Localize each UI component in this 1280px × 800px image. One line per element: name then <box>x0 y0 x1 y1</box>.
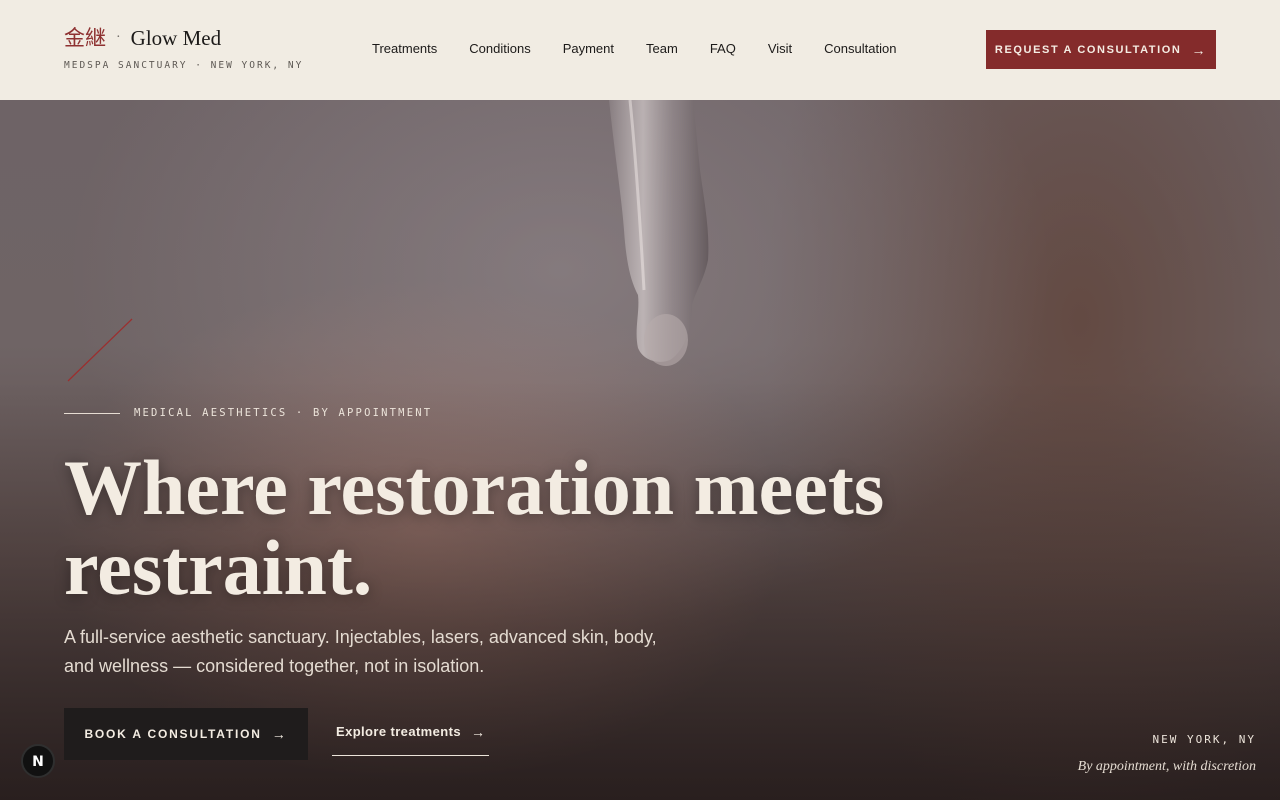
hero-headline: Where restoration meets restraint. <box>64 444 885 611</box>
book-consultation-button[interactable]: BOOK A CONSULTATION → <box>64 708 308 760</box>
nav-item-consultation[interactable]: Consultation <box>824 40 896 58</box>
hero-eyebrow: MEDICAL AESTHETICS · BY APPOINTMENT <box>64 407 432 419</box>
brand-tagline: MEDSPA SANCTUARY · NEW YORK, NY <box>64 60 304 71</box>
eyebrow-rule <box>64 412 120 414</box>
brand-separator: · <box>116 30 121 45</box>
nav-item-visit[interactable]: Visit <box>768 40 792 58</box>
hero-section: MEDICAL AESTHETICS · BY APPOINTMENT Wher… <box>0 100 1280 800</box>
request-consultation-button[interactable]: REQUEST A CONSULTATION → <box>986 30 1216 69</box>
main-nav: Treatments Conditions Payment Team FAQ V… <box>356 40 912 58</box>
brand-kanji: 金継 <box>64 26 106 50</box>
arrow-right-icon: → <box>470 723 486 740</box>
explore-treatments-label: Explore treatments <box>336 724 461 739</box>
location-note: By appointment, with discretion <box>1077 759 1256 774</box>
nav-item-faq[interactable]: FAQ <box>710 40 736 58</box>
nextjs-dev-badge[interactable]: N <box>21 744 55 778</box>
explore-treatments-link[interactable]: Explore treatments → <box>332 708 490 756</box>
arrow-right-icon: → <box>271 726 288 742</box>
nav-item-treatments[interactable]: Treatments <box>372 40 437 58</box>
eyebrow-text: MEDICAL AESTHETICS · BY APPOINTMENT <box>134 407 433 419</box>
brand-name: Glow Med <box>130 26 222 50</box>
nav-item-payment[interactable]: Payment <box>563 40 614 58</box>
nextjs-icon: N <box>32 754 44 770</box>
nav-item-team[interactable]: Team <box>646 40 678 58</box>
brand-line: 金継 · Glow Med <box>64 26 303 50</box>
hero-lede: A full-service aesthetic sanctuary. Inje… <box>64 627 657 676</box>
book-consultation-label: BOOK A CONSULTATION <box>84 727 262 741</box>
nextjs-letter: N <box>32 754 44 770</box>
request-consultation-label: REQUEST A CONSULTATION <box>994 43 1182 56</box>
site-header: 金継 · Glow Med MEDSPA SANCTUARY · NEW YOR… <box>0 0 1280 100</box>
location-block: NEW YORK, NY By appointment, with discre… <box>1078 733 1256 775</box>
nav-item-conditions[interactable]: Conditions <box>469 40 530 58</box>
arrow-right-icon: → <box>1191 41 1208 58</box>
brand-logo[interactable]: 金継 · Glow Med MEDSPA SANCTUARY · NEW YOR… <box>64 26 303 71</box>
location-city: NEW YORK, NY <box>1152 733 1256 746</box>
